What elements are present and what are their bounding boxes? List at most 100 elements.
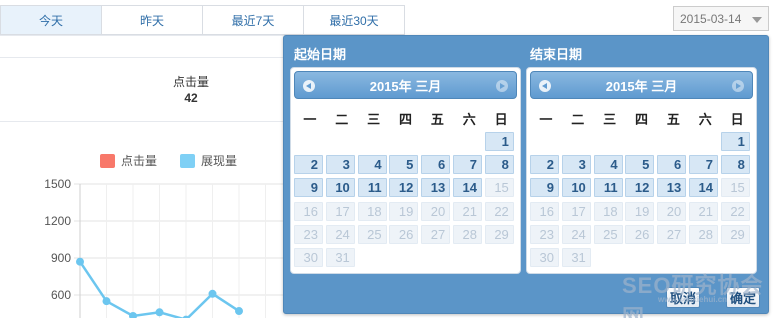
day-cell: 17 xyxy=(561,201,591,221)
tab-yesterday[interactable]: 昨天 xyxy=(102,5,203,35)
day-cell: 18 xyxy=(357,201,387,221)
weekday-label: 日 xyxy=(494,112,508,127)
data-point[interactable] xyxy=(235,307,243,316)
date-range-value: 2015-03-14 xyxy=(680,11,742,26)
tab-last-30-days[interactable]: 最近30天 xyxy=(304,5,405,35)
start-date-title: 起始日期 xyxy=(294,47,347,62)
y-tick-label: 600 xyxy=(51,288,71,302)
divider xyxy=(0,35,290,36)
day-cell[interactable]: 11 xyxy=(357,178,387,198)
y-tick-label: 1500 xyxy=(44,177,71,191)
chevron-down-icon xyxy=(752,17,762,23)
day-cell: 17 xyxy=(325,201,355,221)
legend-item-impressions[interactable]: 展现量 xyxy=(180,152,237,169)
period-tabs: 今天 昨天 最近7天 最近30天 xyxy=(0,5,405,35)
day-cell: 20 xyxy=(421,201,451,221)
day-cell: 23 xyxy=(530,224,559,244)
y-tick-label: 900 xyxy=(51,251,71,265)
day-cell: 24 xyxy=(561,224,591,244)
day-cell: 22 xyxy=(720,201,750,221)
data-point[interactable] xyxy=(76,257,84,266)
day-cell[interactable]: 3 xyxy=(561,155,591,175)
legend-label: 点击量 xyxy=(121,154,158,168)
tab-today[interactable]: 今天 xyxy=(0,5,102,35)
day-cell: 20 xyxy=(657,201,687,221)
day-cell: 15 xyxy=(720,178,750,198)
day-cell[interactable]: 8 xyxy=(720,155,750,175)
prev-month-icon[interactable] xyxy=(303,80,315,92)
weekday-label: 六 xyxy=(698,112,712,127)
day-cell[interactable]: 13 xyxy=(657,178,687,198)
day-cell[interactable]: 9 xyxy=(530,178,559,198)
day-cell: 24 xyxy=(325,224,355,244)
day-cell[interactable]: 4 xyxy=(593,155,623,175)
day-cell: 22 xyxy=(484,201,514,221)
legend-item-clicks[interactable]: 点击量 xyxy=(100,152,157,169)
day-cell[interactable]: 1 xyxy=(720,132,750,151)
day-cell[interactable]: 10 xyxy=(561,178,591,198)
data-point[interactable] xyxy=(102,297,111,306)
weekday-label: 三 xyxy=(367,112,381,127)
month-label: 2015年 三月 xyxy=(369,78,442,94)
day-cell: 19 xyxy=(625,201,655,221)
tab-last-7-days[interactable]: 最近7天 xyxy=(203,5,304,35)
weekday-label: 三 xyxy=(603,112,617,127)
metric-label: 点击量 xyxy=(172,75,209,89)
watermark-url: www.seoxiehui.cn xyxy=(658,295,728,304)
end-calendar: 2015年 三月 一二三四五六日 1 2 3 4 5 6 7 8 9 10 11 12 13 14 15 16… xyxy=(526,67,757,274)
next-month-icon[interactable] xyxy=(496,80,508,92)
day-cell[interactable]: 7 xyxy=(453,155,482,175)
date-range-select[interactable]: 2015-03-14 xyxy=(673,6,769,31)
day-cell: 30 xyxy=(530,248,559,267)
end-date-title: 结束日期 xyxy=(530,47,583,62)
day-cell: 23 xyxy=(294,224,323,244)
weekday-row: 一二三四五六日 xyxy=(294,109,517,128)
calendar-header: 2015年 三月 xyxy=(530,71,753,99)
day-cell[interactable]: 12 xyxy=(389,178,419,198)
day-cell[interactable]: 11 xyxy=(593,178,623,198)
day-cell[interactable]: 7 xyxy=(689,155,718,175)
weekday-label: 二 xyxy=(335,112,349,127)
day-cell[interactable]: 3 xyxy=(325,155,355,175)
day-cell: 31 xyxy=(561,248,591,267)
day-cell[interactable]: 12 xyxy=(625,178,655,198)
day-cell: 29 xyxy=(484,224,514,244)
weekday-label: 六 xyxy=(462,112,476,127)
day-cell[interactable]: 5 xyxy=(625,155,655,175)
day-cell: 27 xyxy=(421,224,451,244)
data-point[interactable] xyxy=(129,311,137,318)
day-cell: 30 xyxy=(294,248,323,267)
next-month-icon[interactable] xyxy=(732,80,744,92)
metric-value: 42 xyxy=(184,91,198,105)
day-cell: 25 xyxy=(357,224,387,244)
day-cell: 31 xyxy=(325,248,355,267)
day-cell[interactable]: 5 xyxy=(389,155,419,175)
prev-month-icon[interactable] xyxy=(539,80,551,92)
day-cell[interactable]: 2 xyxy=(530,155,559,175)
day-cell[interactable]: 2 xyxy=(294,155,323,175)
day-cell[interactable]: 14 xyxy=(689,178,718,198)
day-cell: 15 xyxy=(484,178,514,198)
day-cell: 16 xyxy=(294,201,323,221)
day-cell[interactable]: 4 xyxy=(357,155,387,175)
day-cell[interactable]: 6 xyxy=(421,155,451,175)
day-cell[interactable]: 10 xyxy=(325,178,355,198)
day-cell[interactable]: 6 xyxy=(657,155,687,175)
month-label: 2015年 三月 xyxy=(605,78,678,94)
day-cell: 26 xyxy=(625,224,655,244)
data-point[interactable] xyxy=(208,289,217,298)
weekday-label: 五 xyxy=(666,112,680,127)
day-cell[interactable]: 8 xyxy=(484,155,514,175)
weekday-label: 一 xyxy=(303,112,317,127)
day-cell[interactable]: 1 xyxy=(484,132,514,151)
weekday-label: 五 xyxy=(430,112,444,127)
day-cell: 21 xyxy=(453,201,482,221)
data-point[interactable] xyxy=(155,308,164,317)
day-cell[interactable]: 14 xyxy=(453,178,482,198)
y-tick-label: 1200 xyxy=(44,214,71,228)
line-chart: 1500 1200 900 600 xyxy=(44,177,290,318)
day-cell: 28 xyxy=(453,224,482,244)
day-cell[interactable]: 9 xyxy=(294,178,323,198)
weekday-label: 日 xyxy=(730,112,744,127)
day-cell[interactable]: 13 xyxy=(421,178,451,198)
